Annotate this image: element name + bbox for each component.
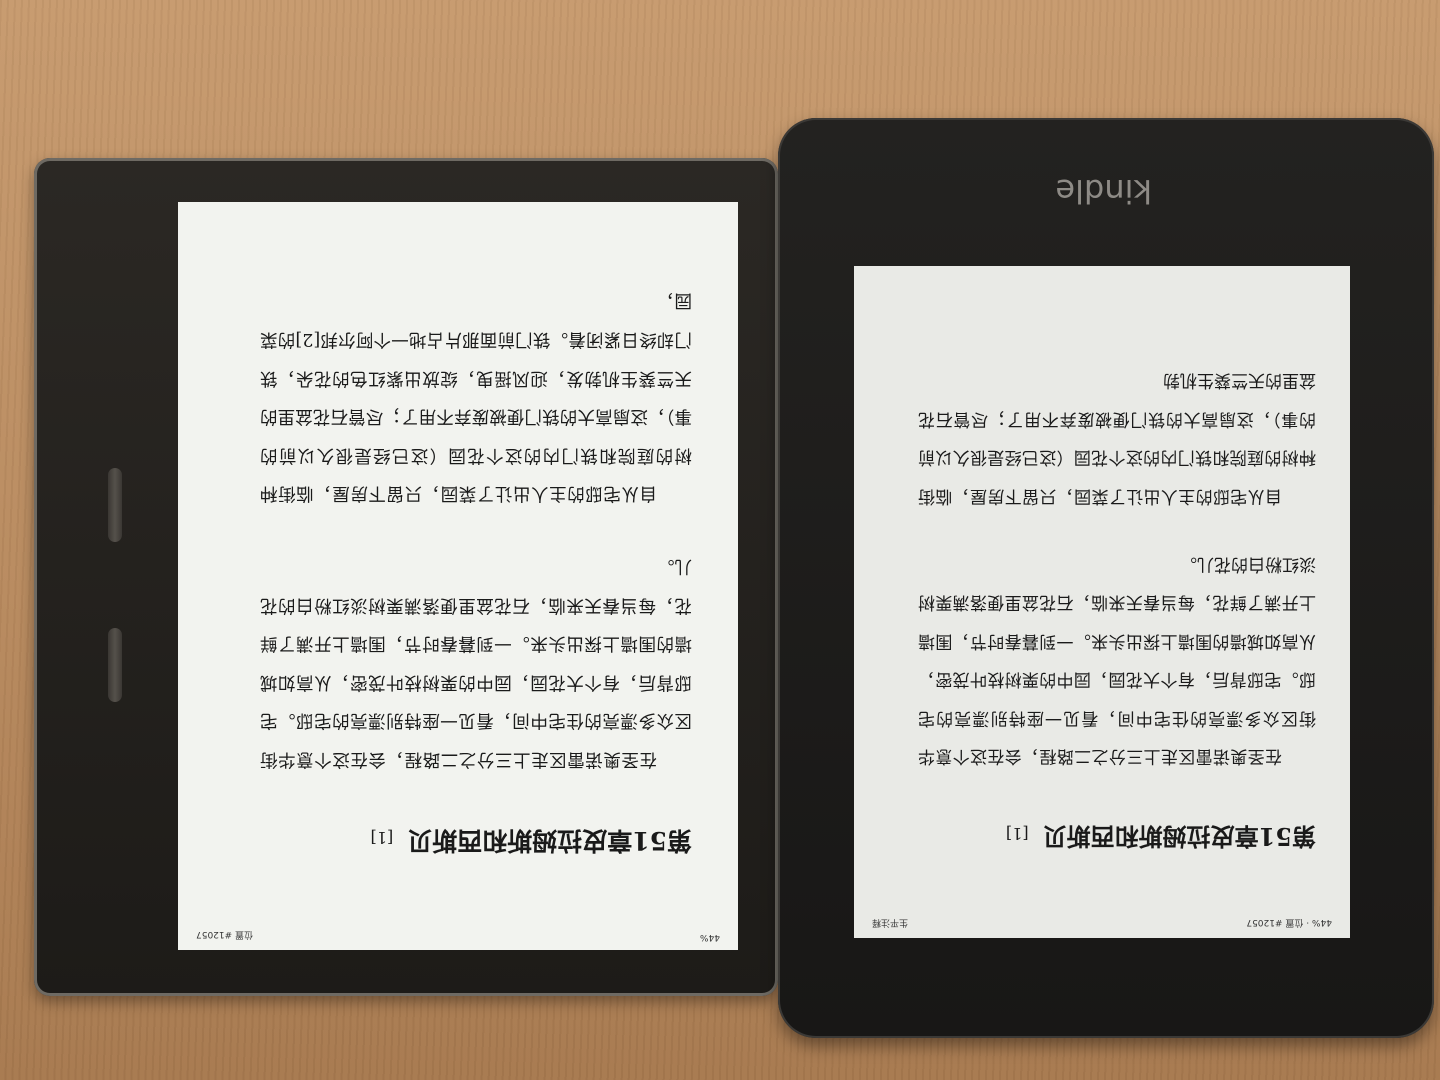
paperwhite-status-bar: 44% · 位置 #12057 生平注释 [854, 914, 1350, 938]
paperwhite-screen[interactable]: 44% · 位置 #12057 生平注释 第51章皮拉姆斯和西斯贝 [1] 在圣奥… [854, 266, 1350, 938]
paperwhite-footnote-marker[interactable]: [1] [1006, 824, 1029, 843]
paperwhite-status-left: 44% · 位置 #12057 [1246, 917, 1332, 927]
page-back-button[interactable] [108, 628, 122, 702]
paperwhite-status-right: 生平注释 [872, 917, 909, 927]
page-forward-button[interactable] [108, 468, 122, 542]
oasis-screen[interactable]: 44% 位置 #12057 第51章皮拉姆斯和西斯贝 [1] 在圣奥诺雷区走上三分… [178, 202, 738, 950]
oasis-chapter-title: 第51章皮拉姆斯和西斯贝 [407, 826, 692, 855]
paperwhite-paragraph-2: 自从宅邸的主人出让了菜园，只留下房屋，临街种树的庭院和铁门内的这个花园（这已经是… [918, 370, 1316, 506]
kindle-logo: kindle [1055, 172, 1152, 210]
oasis-footnote-marker[interactable]: [1] [371, 828, 394, 847]
oasis-chapter-heading: 第51章皮拉姆斯和西斯贝 [1] [260, 824, 692, 860]
oasis-paragraph-1: 在圣奥诺雷区走上三分之二路程，会在这个意华街区众多漂亮的住宅中间，看见一座特别漂… [260, 556, 692, 769]
oasis-status-bar: 44% 位置 #12057 [178, 926, 738, 950]
kindle-oasis: 44% 位置 #12057 第51章皮拉姆斯和西斯贝 [1] 在圣奥诺雷区走上三分… [34, 158, 778, 996]
oasis-status-right: 位置 #12057 [196, 929, 254, 939]
oasis-paragraph-2: 自从宅邸的主人出让了菜园，只留下房屋，临街种树的庭院和铁门内的这个花园（这已经是… [260, 290, 692, 504]
paperwhite-page: 44% · 位置 #12057 生平注释 第51章皮拉姆斯和西斯贝 [1] 在圣奥… [854, 266, 1350, 938]
kindle-paperwhite: kindle 44% · 位置 #12057 生平注释 第51章皮拉姆斯和西斯贝… [778, 118, 1434, 1038]
paperwhite-chapter-heading: 第51章皮拉姆斯和西斯贝 [1] [918, 821, 1316, 856]
paperwhite-paragraph-1: 在圣奥诺雷区走上三分之二路程，会在这个意华街区众多漂亮的住宅中间，看见一座特别漂… [918, 553, 1316, 766]
oasis-status-left: 44% [699, 932, 720, 942]
paperwhite-chapter-title: 第51章皮拉姆斯和西斯贝 [1042, 822, 1316, 851]
oasis-page: 44% 位置 #12057 第51章皮拉姆斯和西斯贝 [1] 在圣奥诺雷区走上三分… [178, 202, 738, 950]
